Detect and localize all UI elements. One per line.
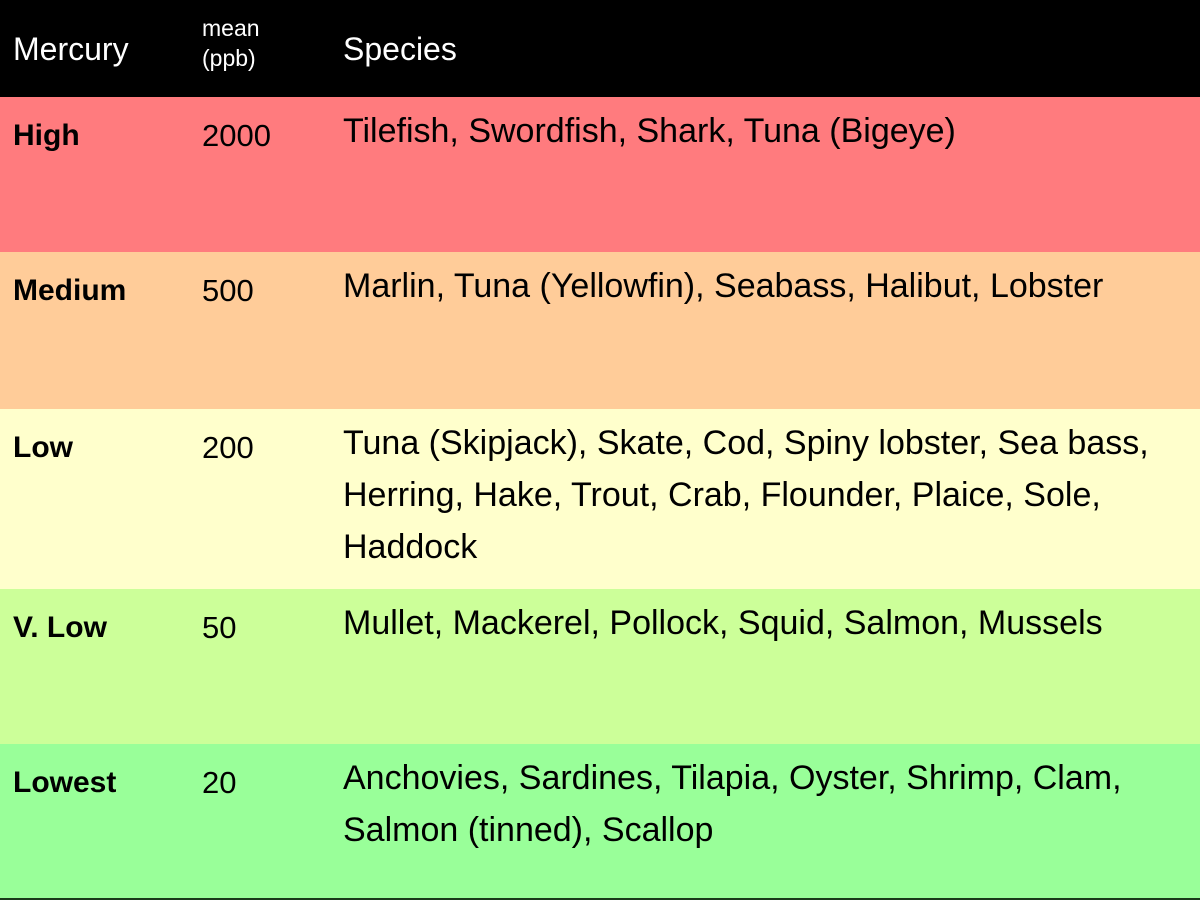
header-mean-line2: (ppb) [202, 45, 256, 71]
header-mean-line1: mean [202, 15, 260, 41]
species-list: Anchovies, Sardines, Tilapia, Oyster, Sh… [343, 759, 1122, 849]
species-list: Tilefish, Swordfish, Shark, Tuna (Bigeye… [343, 112, 956, 150]
table-row-low: Low 200 Tuna (Skipjack), Skate, Cod, Spi… [0, 409, 1200, 589]
mercury-level: High [13, 119, 80, 152]
header-mercury: Mercury [13, 31, 129, 67]
mean-ppb: 500 [202, 273, 254, 308]
mercury-level: Low [13, 431, 73, 464]
mercury-level: Lowest [13, 766, 117, 799]
mean-ppb: 20 [202, 765, 237, 800]
mercury-table: Mercury mean (ppb) Species High 2000 Til… [0, 0, 1200, 900]
species-list: Tuna (Skipjack), Skate, Cod, Spiny lobst… [343, 424, 1149, 566]
species-list: Mullet, Mackerel, Pollock, Squid, Salmon… [343, 604, 1103, 642]
mercury-level: V. Low [13, 611, 107, 644]
table-row-medium: Medium 500 Marlin, Tuna (Yellowfin), Sea… [0, 252, 1200, 409]
table-row-lowest: Lowest 20 Anchovies, Sardines, Tilapia, … [0, 744, 1200, 898]
table-header: Mercury mean (ppb) Species [0, 0, 1200, 97]
header-species: Species [343, 31, 457, 67]
mercury-level: Medium [13, 274, 127, 307]
mean-ppb: 200 [202, 430, 254, 465]
mean-ppb: 2000 [202, 118, 271, 153]
header-mean-ppb: mean (ppb) [202, 13, 260, 73]
table-row-very-low: V. Low 50 Mullet, Mackerel, Pollock, Squ… [0, 589, 1200, 744]
table-row-high: High 2000 Tilefish, Swordfish, Shark, Tu… [0, 97, 1200, 252]
mean-ppb: 50 [202, 610, 237, 645]
species-list: Marlin, Tuna (Yellowfin), Seabass, Halib… [343, 267, 1104, 305]
